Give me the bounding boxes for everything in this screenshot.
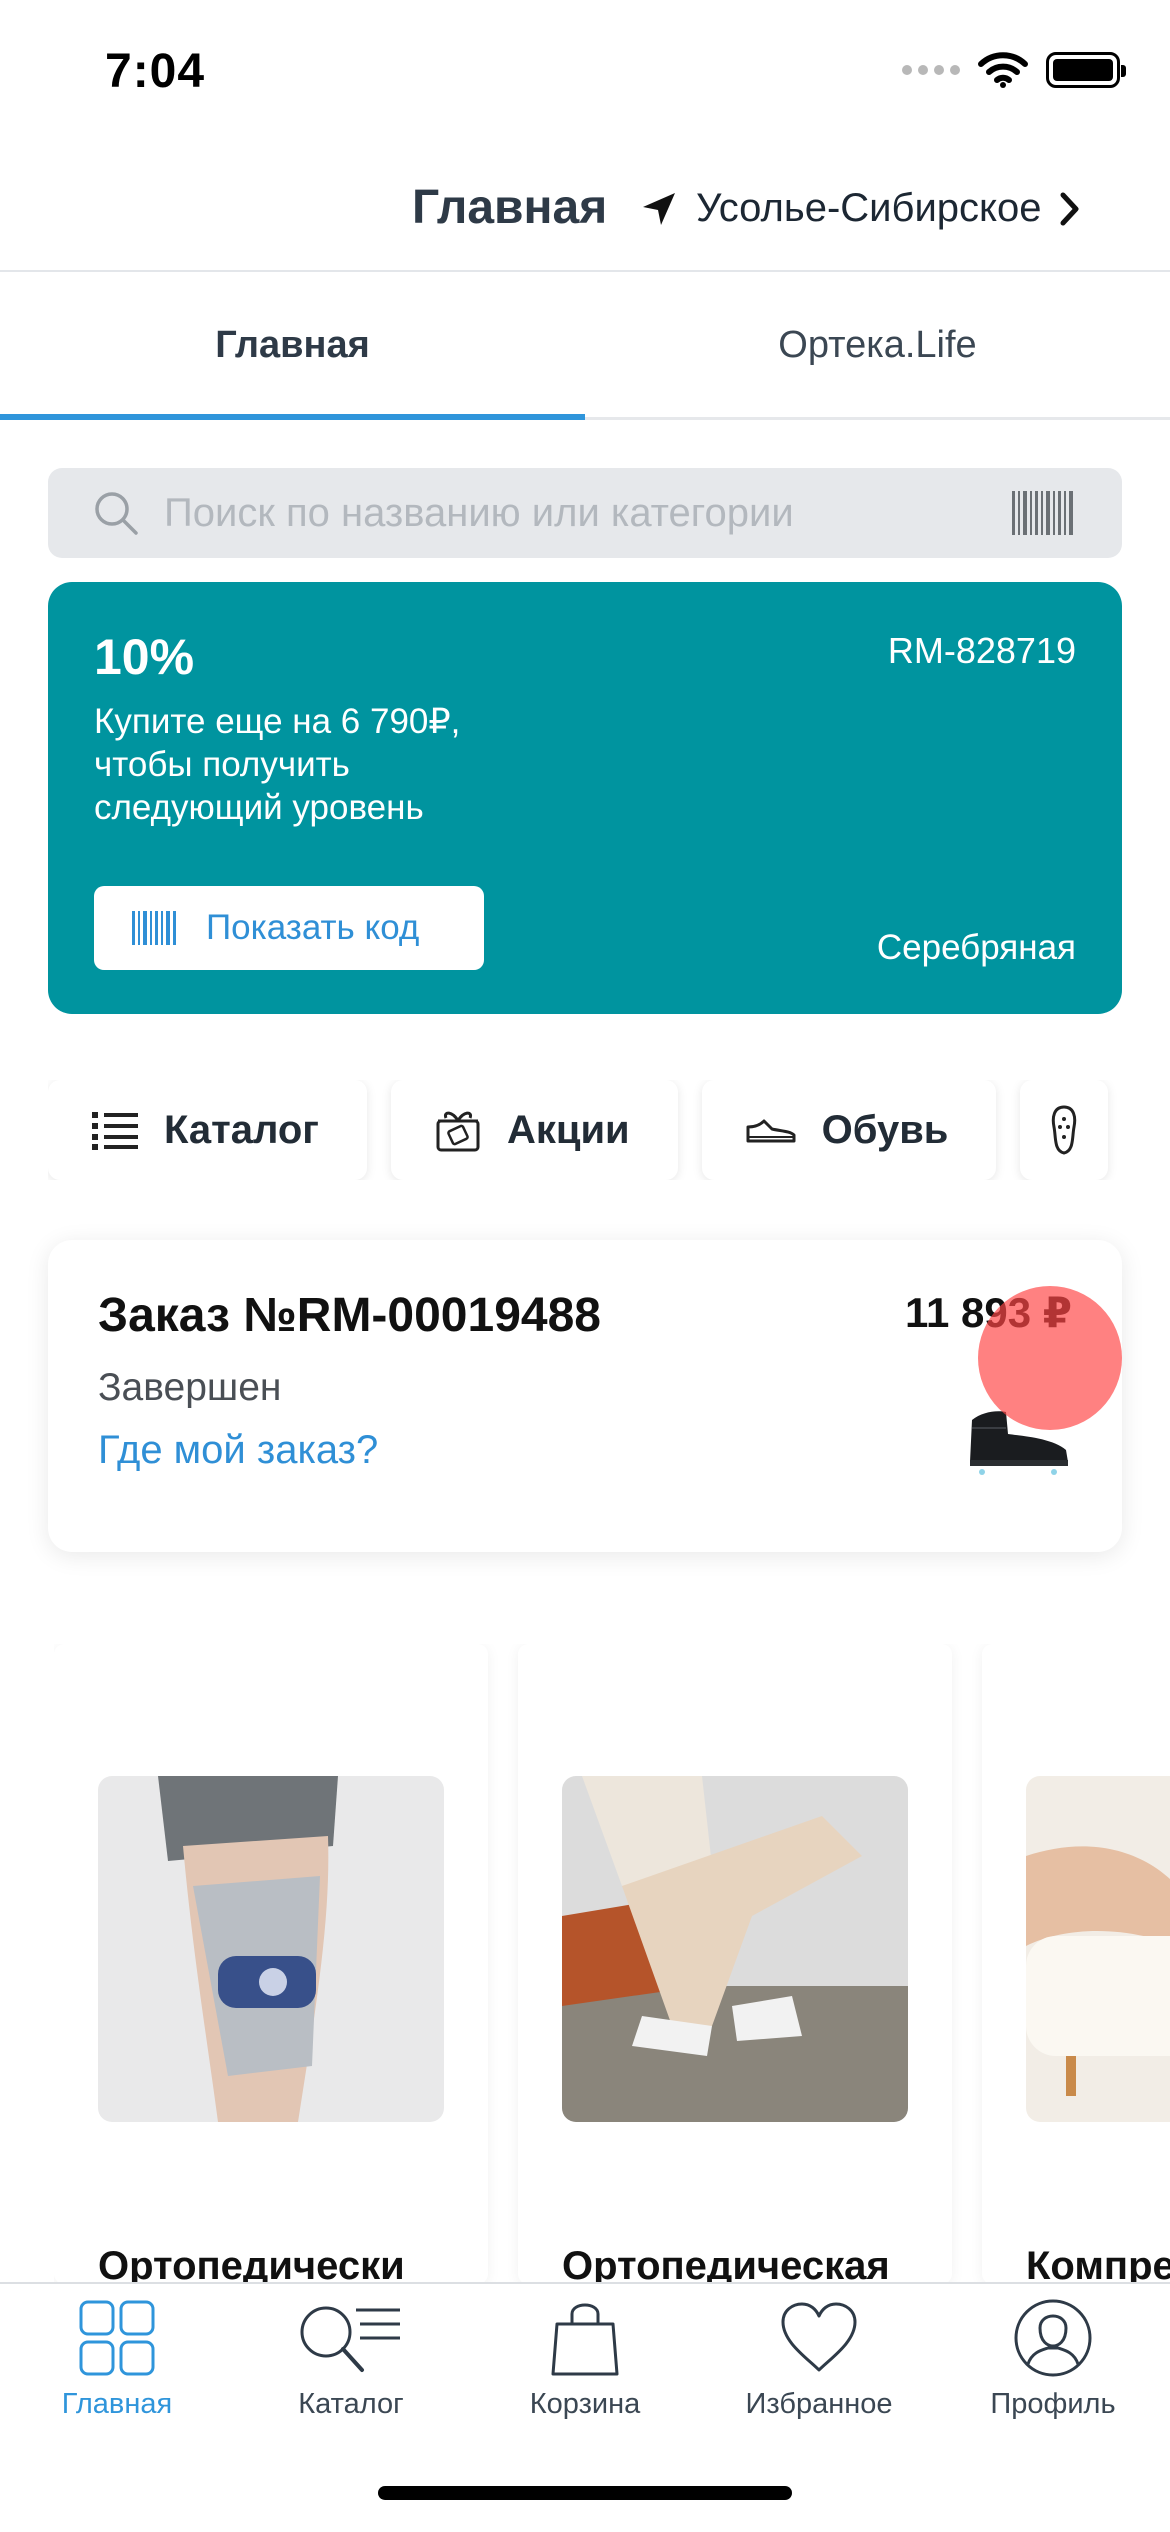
chip-promotions[interactable]: Акции bbox=[390, 1080, 678, 1180]
order-status: Завершен bbox=[98, 1366, 282, 1409]
loyalty-card-number: RM-828719 bbox=[887, 630, 1076, 671]
shoe-icon bbox=[746, 1119, 796, 1143]
chip-catalog[interactable]: Каталог bbox=[48, 1080, 367, 1180]
category-chips: Каталог Акции Обувь bbox=[48, 1080, 1170, 1180]
show-code-label: Показать код bbox=[206, 908, 420, 947]
status-icons bbox=[902, 52, 1126, 88]
loyalty-level: Серебряная bbox=[876, 928, 1076, 967]
product-title: Компре bbox=[1026, 2244, 1170, 2284]
chip-catalog-label: Каталог bbox=[164, 1107, 319, 1152]
tab-orteka-life[interactable]: Ортека.Life bbox=[585, 274, 1170, 417]
product-image-sneakers bbox=[562, 1776, 908, 2122]
chip-shoes-label: Обувь bbox=[821, 1107, 949, 1152]
location-selector[interactable]: Усолье-Сибирское bbox=[640, 186, 1081, 231]
loyalty-percent: 10% bbox=[94, 629, 195, 685]
chevron-right-icon bbox=[1060, 192, 1079, 225]
tabbar-favorites-label: Избранное bbox=[745, 2388, 893, 2420]
where-is-my-order-link[interactable]: Где мой заказ? bbox=[98, 1428, 378, 1473]
search-icon bbox=[95, 492, 138, 535]
loyalty-progress-text: Купите еще на 6 790₽, чтобы получить сле… bbox=[94, 702, 461, 827]
product-carousel: Ортопедически Ортопедическая Компре bbox=[54, 1644, 1170, 2284]
search-input[interactable]: Поиск по названию или категории bbox=[164, 491, 1012, 536]
tabbar-home[interactable]: Главная bbox=[0, 2284, 234, 2434]
chip-insoles[interactable] bbox=[1020, 1080, 1109, 1180]
tabbar-profile[interactable]: Профиль bbox=[936, 2284, 1170, 2434]
tabbar-cart[interactable]: Корзина bbox=[468, 2284, 702, 2434]
list-icon bbox=[92, 1112, 138, 1150]
top-tabs: Главная Ортека.Life bbox=[0, 274, 1170, 420]
product-card[interactable]: Ортопедическая bbox=[518, 1644, 952, 2284]
barcode-icon bbox=[132, 911, 176, 945]
chip-promotions-label: Акции bbox=[506, 1107, 630, 1152]
location-label: Усолье-Сибирское bbox=[696, 186, 1042, 230]
bag-icon bbox=[551, 2303, 619, 2376]
header: Главная Усолье-Сибирское bbox=[0, 150, 1170, 272]
wifi-icon bbox=[978, 52, 1028, 88]
tabbar-catalog[interactable]: Каталог bbox=[234, 2284, 468, 2434]
insole-icon bbox=[1052, 1105, 1077, 1155]
location-arrow-icon bbox=[643, 192, 675, 225]
product-image-compression bbox=[1026, 1776, 1170, 2122]
show-code-button[interactable]: Показать код bbox=[94, 886, 484, 970]
grid-icon bbox=[79, 2300, 155, 2376]
tab-home[interactable]: Главная bbox=[0, 274, 585, 420]
product-title: Ортопедическая bbox=[562, 2244, 890, 2284]
gift-tag-icon bbox=[436, 1111, 480, 1152]
touch-indicator bbox=[978, 1286, 1122, 1430]
signal-icon bbox=[902, 65, 960, 75]
order-card[interactable]: Заказ №RM-00019488 11 893 ₽ Завершен Где… bbox=[48, 1240, 1122, 1552]
status-bar: 7:04 bbox=[0, 0, 1170, 140]
tabbar-catalog-label: Каталог bbox=[298, 2388, 404, 2420]
loyalty-card[interactable]: 10% RM-828719 Купите еще на 6 790₽, чтоб… bbox=[48, 582, 1122, 1014]
barcode-scan-icon[interactable] bbox=[1012, 489, 1076, 537]
profile-icon bbox=[1014, 2299, 1092, 2377]
product-card[interactable]: Компре bbox=[982, 1644, 1170, 2284]
tabbar-favorites[interactable]: Избранное bbox=[702, 2284, 936, 2434]
status-time: 7:04 bbox=[105, 45, 206, 98]
order-title: Заказ №RM-00019488 bbox=[98, 1289, 601, 1342]
heart-icon bbox=[781, 2302, 857, 2372]
battery-icon bbox=[1046, 52, 1126, 88]
tabbar-home-label: Главная bbox=[61, 2388, 173, 2420]
search-bar[interactable]: Поиск по названию или категории bbox=[48, 468, 1122, 558]
product-title: Ортопедически bbox=[98, 2244, 405, 2284]
product-card[interactable]: Ортопедически bbox=[54, 1644, 488, 2284]
tabbar-cart-label: Корзина bbox=[529, 2388, 641, 2420]
tabbar-profile-label: Профиль bbox=[990, 2388, 1116, 2420]
product-image-knee-brace bbox=[98, 1776, 444, 2122]
page-title: Главная bbox=[412, 181, 608, 234]
search-list-icon bbox=[300, 2306, 400, 2372]
home-indicator bbox=[378, 2486, 792, 2500]
chip-shoes[interactable]: Обувь bbox=[701, 1080, 997, 1180]
